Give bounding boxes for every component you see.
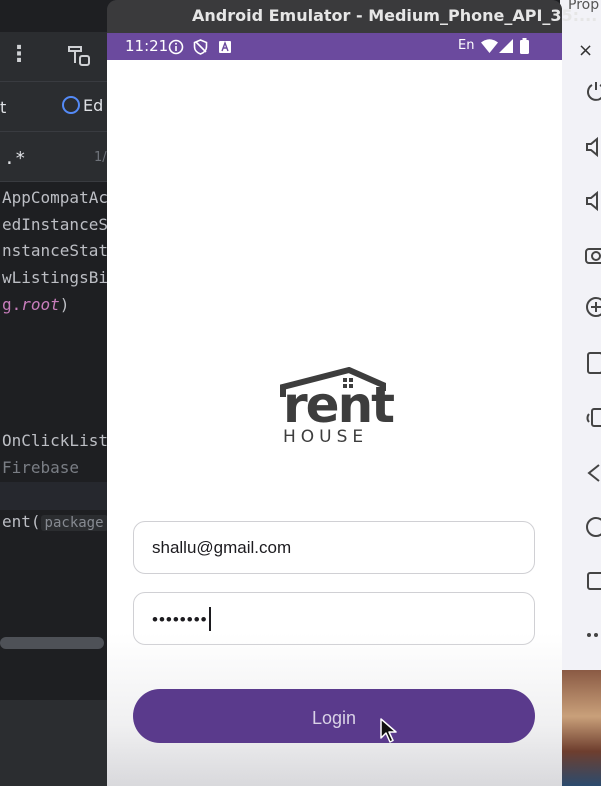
- login-button-label: Login: [311, 708, 357, 728]
- find-match-count: 1/: [94, 150, 107, 165]
- build-hammer-icon[interactable]: [66, 42, 92, 68]
- code-token: g.: [2, 295, 22, 314]
- phone-screen: 11:21 En rent HOUSE shallu@gmail.com •••…: [107, 33, 562, 786]
- more-icon[interactable]: [585, 624, 601, 646]
- password-dots: ••••••••: [152, 610, 208, 629]
- home-icon[interactable]: [585, 516, 601, 538]
- code-line: AppCompatAc: [2, 188, 108, 207]
- rotate-device-icon[interactable]: [585, 352, 601, 374]
- email-value: shallu@gmail.com: [152, 538, 292, 557]
- status-bar: 11:21 En: [107, 33, 562, 60]
- code-line: OnClickList: [2, 431, 108, 450]
- horizontal-scrollbar[interactable]: [0, 637, 104, 649]
- wifi-icon: [481, 39, 498, 53]
- volume-up-icon[interactable]: [585, 136, 601, 158]
- emulator-titlebar[interactable]: Android Emulator - Medium_Phone_API_35:.…: [107, 0, 597, 33]
- password-value: ••••••••: [152, 607, 211, 631]
- code-line: g.root): [2, 295, 69, 314]
- emulator-side-toolbar: Prop ×: [560, 0, 601, 786]
- rotate-icon[interactable]: [585, 406, 601, 428]
- text-caret: [208, 607, 211, 631]
- battery-icon: [520, 38, 529, 54]
- code-line: wListingsBi: [2, 268, 108, 287]
- signal-icon: [499, 39, 513, 53]
- code-line: edInstanceS: [2, 215, 108, 234]
- zoom-in-icon[interactable]: [585, 296, 601, 318]
- code-token: ): [59, 295, 70, 314]
- logo-subtitle: HOUSE: [283, 427, 369, 447]
- power-icon[interactable]: [585, 80, 601, 102]
- ide-tab-left-label[interactable]: t: [0, 98, 6, 117]
- more-options-icon[interactable]: ⋮: [8, 44, 30, 66]
- mouse-pointer-icon: [380, 718, 397, 743]
- parameter-hint: package: [40, 515, 108, 531]
- regex-toggle[interactable]: .*: [4, 148, 26, 169]
- ide-window: ⋮ t Ed .* 1/ AppCompatAc edInstanceS nst…: [0, 0, 110, 786]
- login-button[interactable]: Login: [133, 689, 535, 743]
- emulator-title: Android Emulator - Medium_Phone_API_35:.…: [192, 6, 598, 25]
- volume-down-icon[interactable]: [585, 190, 601, 212]
- edit-tab-icon: [62, 96, 80, 114]
- ide-tab-edit-label: Ed: [83, 96, 104, 115]
- back-icon[interactable]: [585, 462, 601, 484]
- info-icon: [168, 39, 184, 55]
- code-line: ent(package: [2, 512, 108, 531]
- code-token: ent(: [2, 512, 41, 531]
- ide-tab-edit[interactable]: Ed: [62, 96, 103, 115]
- shield-icon: [193, 39, 208, 55]
- logo-word: rent: [283, 376, 395, 434]
- code-line: nstanceStat: [2, 241, 108, 260]
- code-token: root: [21, 295, 60, 314]
- keyboard-language: En: [458, 38, 475, 53]
- close-icon[interactable]: ×: [578, 40, 593, 61]
- background-photo: [562, 670, 601, 786]
- camera-icon[interactable]: [585, 244, 601, 266]
- desktop: ⋮ t Ed .* 1/ AppCompatAc edInstanceS nst…: [0, 0, 601, 786]
- ide-bottom-panel: [0, 700, 110, 786]
- email-field[interactable]: shallu@gmail.com: [133, 521, 535, 574]
- code-line: Firebase: [2, 458, 80, 477]
- overview-icon[interactable]: [585, 570, 601, 592]
- rent-house-logo: rent HOUSE: [279, 367, 395, 447]
- app-notification-icon: [219, 41, 231, 53]
- current-line-highlight: [0, 482, 110, 510]
- status-time: 11:21: [125, 37, 169, 55]
